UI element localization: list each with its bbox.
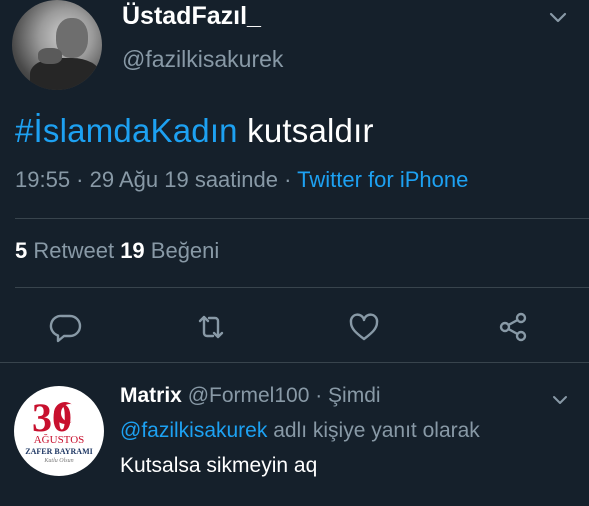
divider <box>0 362 589 363</box>
like-icon[interactable] <box>346 309 382 345</box>
reply-text: Kutsalsa sikmeyin aq <box>120 454 318 477</box>
chevron-down-icon[interactable] <box>549 8 567 29</box>
retweet-count[interactable]: 5 <box>15 238 27 263</box>
hashtag-link[interactable]: #İslamdaKadın <box>15 112 238 149</box>
avatar-hand <box>38 48 62 64</box>
reply-icon[interactable] <box>48 309 84 345</box>
like-count[interactable]: 19 <box>120 238 144 263</box>
tweet-text: #İslamdaKadın kutsaldır <box>15 112 374 150</box>
tweet-source-link[interactable]: Twitter for iPhone <box>297 167 468 192</box>
replying-suffix: adlı kişiye yanıt olarak <box>267 419 480 442</box>
like-label[interactable]: Beğeni <box>145 238 220 263</box>
divider <box>15 287 589 288</box>
tweet-body: kutsaldır <box>237 112 374 149</box>
reply-header: Matrix @Formel100 · Şimdi <box>120 384 381 408</box>
author-handle[interactable]: @fazilkisakurek <box>122 46 283 73</box>
reply-handle-time[interactable]: @Formel100 · Şimdi <box>182 384 381 407</box>
share-icon[interactable] <box>495 309 531 345</box>
chevron-down-icon[interactable] <box>552 390 568 411</box>
reply-display-name[interactable]: Matrix <box>120 384 182 407</box>
author-display-name[interactable]: ÜstadFazıl_ <box>122 2 261 31</box>
replying-to: @fazilkisakurek adlı kişiye yanıt olarak <box>120 419 480 443</box>
replying-mention-link[interactable]: @fazilkisakurek <box>120 419 267 442</box>
author-avatar[interactable] <box>12 0 102 90</box>
tweet-meta: 19:55 · 29 Ağu 19 saatinde · Twitter for… <box>15 167 468 193</box>
avatar-tagline: Kutlu Olsun <box>44 458 74 464</box>
avatar-title: ZAFER BAYRAMI <box>25 447 93 456</box>
avatar-month: AĞUSTOS <box>33 434 85 446</box>
engagement-counts: 5 Retweet 19 Beğeni <box>15 238 219 264</box>
reply-author-avatar[interactable]: 30 AĞUSTOS ZAFER BAYRAMI Kutlu Olsun <box>14 386 104 476</box>
retweet-icon[interactable] <box>193 309 229 345</box>
retweet-label[interactable]: Retweet <box>27 238 120 263</box>
avatar-coat <box>30 58 100 90</box>
tweet-timestamp[interactable]: 19:55 · 29 Ağu 19 saatinde · <box>15 167 297 192</box>
divider <box>15 218 589 219</box>
